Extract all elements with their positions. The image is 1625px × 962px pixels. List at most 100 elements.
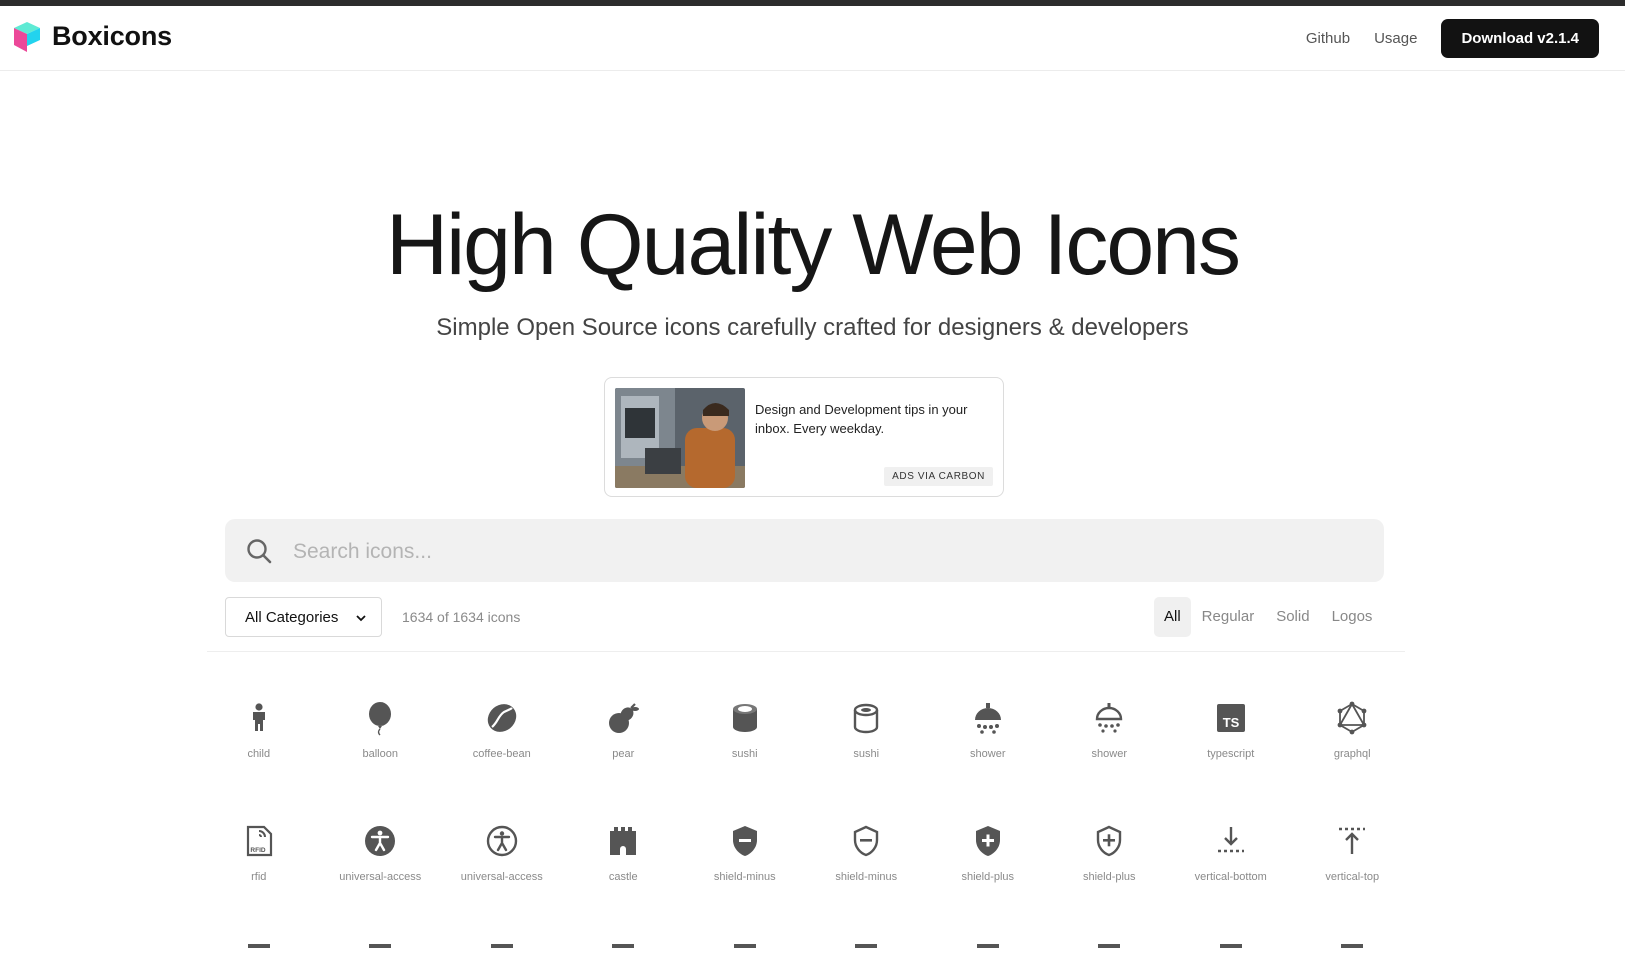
icon-card[interactable]: sushi — [806, 700, 928, 823]
icon-card-partial[interactable] — [198, 944, 320, 962]
icon-card-partial[interactable] — [1049, 944, 1171, 962]
icon-label: universal-access — [339, 871, 422, 883]
sushi-regular-icon — [854, 703, 879, 734]
icon-card-partial[interactable] — [320, 944, 442, 962]
ad-tag[interactable]: ADS VIA CARBON — [884, 467, 993, 486]
icon-card[interactable]: shower — [927, 700, 1049, 823]
icon-label: sushi — [731, 748, 758, 760]
filter-tab-logos[interactable]: Logos — [1321, 597, 1384, 637]
ad-text[interactable]: Design and Development tips in your inbo… — [755, 400, 985, 438]
icon-card[interactable]: universal-access — [441, 823, 563, 946]
icon-label: shield-plus — [1082, 871, 1136, 883]
vertical-top-icon — [1339, 827, 1366, 854]
search-input[interactable] — [291, 519, 1365, 584]
shield-plus-solid-icon — [975, 826, 1000, 856]
rfid-icon: RFID — [246, 825, 272, 857]
icon-card[interactable]: sushi — [684, 700, 806, 823]
icon-card-partial[interactable] — [441, 944, 563, 962]
carbon-ad[interactable]: Design and Development tips in your inbo… — [604, 377, 1004, 497]
icon-grid: child balloon coffee-bean pear sushi sus… — [198, 700, 1419, 946]
icon-label: shield-plus — [961, 871, 1015, 883]
graphql-icon — [1337, 701, 1367, 735]
typescript-icon: TS — [1216, 704, 1245, 732]
icon-card-partial[interactable] — [806, 944, 928, 962]
svg-text:TS: TS — [1222, 715, 1239, 730]
icon-card-partial[interactable] — [563, 944, 685, 962]
icon-card[interactable]: universal-access — [320, 823, 442, 946]
nav-link-usage[interactable]: Usage — [1374, 30, 1417, 47]
icon-label: typescript — [1207, 748, 1255, 760]
brand-logo[interactable]: Boxicons — [10, 19, 172, 53]
icon-card-partial[interactable] — [1292, 944, 1414, 962]
icon-grid-partial-row — [198, 944, 1419, 962]
icon-card[interactable]: child — [198, 700, 320, 823]
icon-card[interactable]: shield-plus — [1049, 823, 1171, 946]
filter-tab-all[interactable]: All — [1154, 597, 1191, 637]
icon-label: rfid — [251, 871, 267, 883]
icon-card-partial[interactable] — [684, 944, 806, 962]
shower-regular-icon — [1096, 703, 1123, 733]
icon-card[interactable]: TS typescript — [1170, 700, 1292, 823]
icon-card[interactable]: balloon — [320, 700, 442, 823]
divider — [207, 651, 1405, 652]
coffee-bean-icon — [487, 704, 516, 732]
icon-label: sushi — [853, 748, 880, 760]
icon-label: castle — [608, 871, 638, 883]
icon-card[interactable]: vertical-top — [1292, 823, 1414, 946]
vertical-bottom-icon — [1217, 827, 1244, 853]
icon-card-partial[interactable] — [927, 944, 1049, 962]
icon-label: graphql — [1333, 748, 1371, 760]
page-title: High Quality Web Icons — [385, 197, 1241, 293]
type-filter-tabs: All Regular Solid Logos — [1154, 597, 1383, 637]
universal-access-solid-icon — [365, 826, 396, 856]
page-subtitle: Simple Open Source icons carefully craft… — [436, 314, 1189, 341]
shield-plus-regular-icon — [1097, 825, 1122, 857]
shield-minus-regular-icon — [854, 825, 879, 857]
sushi-solid-icon — [732, 704, 757, 732]
brand-name: Boxicons — [52, 20, 172, 51]
category-dropdown[interactable]: All Categories — [225, 597, 382, 637]
icon-card[interactable]: vertical-bottom — [1170, 823, 1292, 946]
icon-card[interactable]: coffee-bean — [441, 700, 563, 823]
icon-label: vertical-bottom — [1194, 871, 1267, 883]
icon-label: shield-minus — [835, 871, 898, 883]
svg-text:RFID: RFID — [250, 847, 265, 854]
nav-links: Github Usage Download v2.1.4 — [1306, 19, 1599, 58]
icon-label: shower — [1091, 748, 1127, 760]
icon-label: coffee-bean — [472, 748, 531, 760]
icon-card[interactable]: shield-minus — [684, 823, 806, 946]
icon-card[interactable]: graphql — [1292, 700, 1414, 823]
icon-label: shower — [970, 748, 1006, 760]
shield-minus-solid-icon — [732, 826, 757, 856]
ad-image[interactable] — [615, 388, 745, 488]
icon-card[interactable]: shield-minus — [806, 823, 928, 946]
universal-access-regular-icon — [486, 825, 517, 857]
balloon-icon — [369, 702, 392, 736]
icon-label: child — [247, 748, 271, 760]
icon-label: balloon — [362, 748, 398, 760]
icon-label: universal-access — [460, 871, 543, 883]
filter-tab-solid[interactable]: Solid — [1265, 597, 1320, 637]
boxicons-cube-logo-icon — [14, 22, 40, 52]
pear-icon — [609, 703, 640, 733]
icon-card[interactable]: castle — [563, 823, 685, 946]
nav-link-github[interactable]: Github — [1306, 30, 1350, 47]
castle-icon — [610, 827, 637, 855]
icon-search-bar[interactable] — [225, 519, 1384, 584]
filter-tab-regular[interactable]: Regular — [1191, 597, 1266, 637]
download-button[interactable]: Download v2.1.4 — [1441, 19, 1599, 58]
child-icon — [252, 703, 265, 731]
icon-card[interactable]: pear — [563, 700, 685, 823]
icon-card[interactable]: RFID rfid — [198, 823, 320, 946]
icon-card[interactable]: shower — [1049, 700, 1171, 823]
category-selected: All Categories — [245, 609, 339, 626]
icon-label: pear — [612, 748, 635, 760]
chevron-down-icon — [356, 615, 366, 622]
shower-solid-icon — [974, 703, 1001, 734]
search-icon — [247, 539, 272, 564]
icon-card-partial[interactable] — [1170, 944, 1292, 962]
icon-card[interactable]: shield-plus — [927, 823, 1049, 946]
icon-label: shield-minus — [713, 871, 776, 883]
icon-count: 1634 of 1634 icons — [402, 609, 521, 625]
icon-label: vertical-top — [1325, 871, 1380, 883]
